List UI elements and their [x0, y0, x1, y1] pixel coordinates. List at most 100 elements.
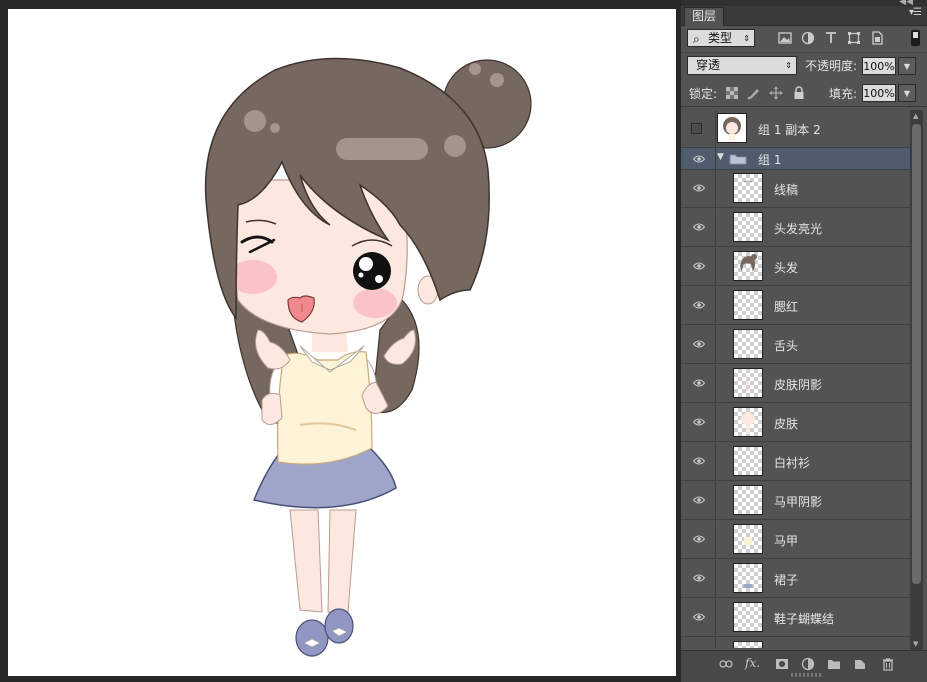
eye-icon[interactable] — [693, 339, 705, 349]
eye-icon[interactable] — [693, 154, 705, 164]
layer-name: 马甲 — [774, 534, 799, 548]
layer-thumbnail — [733, 173, 763, 203]
layer-thumbnail — [733, 524, 763, 554]
layer-row[interactable]: 舌头 — [681, 326, 910, 364]
image-filter-icon[interactable] — [778, 31, 792, 45]
folder-icon — [729, 154, 747, 165]
document-canvas-area[interactable] — [0, 0, 681, 681]
layer-name: 皮肤阴影 — [774, 378, 823, 392]
lock-image-icon[interactable] — [747, 86, 761, 100]
tab-layers[interactable]: 图层 — [684, 7, 724, 26]
fill-dropdown-icon[interactable]: ▼ — [898, 84, 916, 102]
layer-thumbnail — [733, 407, 763, 437]
layers-panel: ◀◀ 图层 ▾☰ ⌕ 类型 ⇕ 穿透 ⇕ 不透明度: 100% ▼ 锁定: 填充… — [681, 0, 927, 682]
fx-icon[interactable]: fx. — [745, 656, 760, 670]
layer-row-group-copy[interactable]: 组 1 副本 2 — [681, 110, 910, 148]
shape-filter-icon[interactable] — [847, 31, 861, 45]
filter-toggle-switch[interactable] — [911, 30, 920, 46]
layer-name: 线稿 — [774, 183, 799, 197]
layer-name: 裙子 — [774, 573, 799, 587]
eye-icon[interactable] — [693, 612, 705, 622]
layer-name: 马甲阴影 — [774, 495, 823, 509]
layer-name: 组 1 副本 2 — [758, 123, 821, 137]
eye-icon[interactable] — [693, 534, 705, 544]
new-group-icon[interactable] — [827, 657, 841, 671]
layer-name: 鞋子蝴蝶结 — [774, 612, 835, 626]
panel-tab-bar: 图层 ▾☰ — [681, 6, 927, 26]
filter-kind-select[interactable]: ⌕ 类型 ⇕ — [687, 29, 755, 47]
layer-thumbnail — [733, 602, 763, 632]
document-canvas[interactable] — [8, 9, 676, 676]
layer-row-group-selected[interactable]: ▼ 组 1 — [681, 148, 910, 170]
layer-name: 腮红 — [774, 300, 799, 314]
new-layer-icon[interactable] — [853, 657, 867, 671]
resize-grip[interactable] — [791, 673, 821, 677]
lock-label: 锁定: — [689, 87, 718, 101]
layer-row[interactable]: 腮红 — [681, 287, 910, 325]
layer-name: 舌头 — [774, 339, 799, 353]
layers-scrollbar[interactable]: ▲ ▼ — [910, 110, 923, 650]
layer-row[interactable]: 白衬衫 — [681, 443, 910, 481]
chevron-updown-icon: ⇕ — [743, 34, 750, 43]
link-layers-icon[interactable] — [719, 657, 733, 671]
layer-row[interactable]: 鞋子蝴蝶结 — [681, 599, 910, 637]
layer-thumbnail — [717, 113, 747, 143]
opacity-input[interactable]: 100% — [862, 57, 896, 75]
layer-name: 头发亮光 — [774, 222, 823, 236]
layer-thumbnail — [733, 641, 763, 648]
eye-icon[interactable] — [693, 378, 705, 388]
layer-row[interactable]: 线稿 — [681, 170, 910, 208]
type-filter-icon[interactable] — [824, 31, 838, 45]
scroll-up-icon[interactable]: ▲ — [913, 112, 918, 120]
visibility-toggle-off[interactable] — [691, 123, 702, 134]
eye-icon[interactable] — [693, 300, 705, 310]
layer-name: 组 1 — [758, 153, 782, 167]
layer-row[interactable]: 头发亮光 — [681, 209, 910, 247]
layer-row[interactable]: 皮肤 — [681, 404, 910, 442]
layers-bottom-toolbar: fx. — [681, 650, 927, 682]
eye-icon[interactable] — [693, 261, 705, 271]
fill-label: 填充: — [829, 87, 858, 101]
layer-filter-row: ⌕ 类型 ⇕ — [681, 26, 927, 53]
chevron-updown-icon: ⇕ — [785, 61, 792, 70]
panel-menu-icon[interactable]: ▾☰ — [909, 7, 922, 18]
scrollbar-thumb[interactable] — [912, 124, 921, 584]
eye-icon[interactable] — [693, 417, 705, 427]
add-mask-icon[interactable] — [775, 657, 789, 671]
eye-icon[interactable] — [693, 456, 705, 466]
disclosure-triangle-icon[interactable]: ▼ — [717, 152, 724, 162]
layers-list[interactable]: 组 1 副本 2 ▼ 组 1 线稿 头发亮光 头发 腮红 舌头 皮肤阴影 皮肤 … — [681, 110, 910, 648]
layer-row[interactable]: 马甲 — [681, 521, 910, 559]
blend-mode-select[interactable]: 穿透 ⇕ — [687, 56, 797, 75]
layer-thumbnail — [733, 329, 763, 359]
layer-thumbnail — [733, 446, 763, 476]
blend-opacity-row: 穿透 ⇕ 不透明度: 100% ▼ — [681, 53, 927, 79]
eye-icon[interactable] — [693, 573, 705, 583]
delete-layer-icon[interactable] — [881, 657, 895, 671]
eye-icon[interactable] — [693, 183, 705, 193]
layer-thumbnail — [733, 563, 763, 593]
adjustment-filter-icon[interactable] — [801, 31, 815, 45]
scroll-down-icon[interactable]: ▼ — [913, 640, 918, 648]
lock-all-icon[interactable] — [792, 86, 806, 100]
layer-row[interactable]: 皮肤阴影 — [681, 365, 910, 403]
layer-thumbnail — [733, 485, 763, 515]
layer-row-partial[interactable] — [681, 638, 910, 648]
layer-row[interactable]: 裙子 — [681, 560, 910, 598]
blend-mode-value: 穿透 — [696, 58, 721, 72]
layer-name: 皮肤 — [774, 417, 799, 431]
layer-name: 头发 — [774, 261, 799, 275]
adjustment-layer-icon[interactable] — [801, 657, 815, 671]
layer-row[interactable]: 马甲阴影 — [681, 482, 910, 520]
eye-icon[interactable] — [693, 495, 705, 505]
layer-name: 白衬衫 — [774, 456, 811, 470]
smart-object-filter-icon[interactable] — [870, 31, 884, 45]
layer-row[interactable]: 头发 — [681, 248, 910, 286]
layer-thumbnail — [733, 290, 763, 320]
opacity-dropdown-icon[interactable]: ▼ — [898, 57, 916, 75]
fill-input[interactable]: 100% — [862, 84, 896, 102]
lock-position-icon[interactable] — [769, 86, 783, 100]
eye-icon[interactable] — [693, 222, 705, 232]
lock-transparent-icon[interactable] — [725, 86, 739, 100]
layer-thumbnail — [733, 251, 763, 281]
